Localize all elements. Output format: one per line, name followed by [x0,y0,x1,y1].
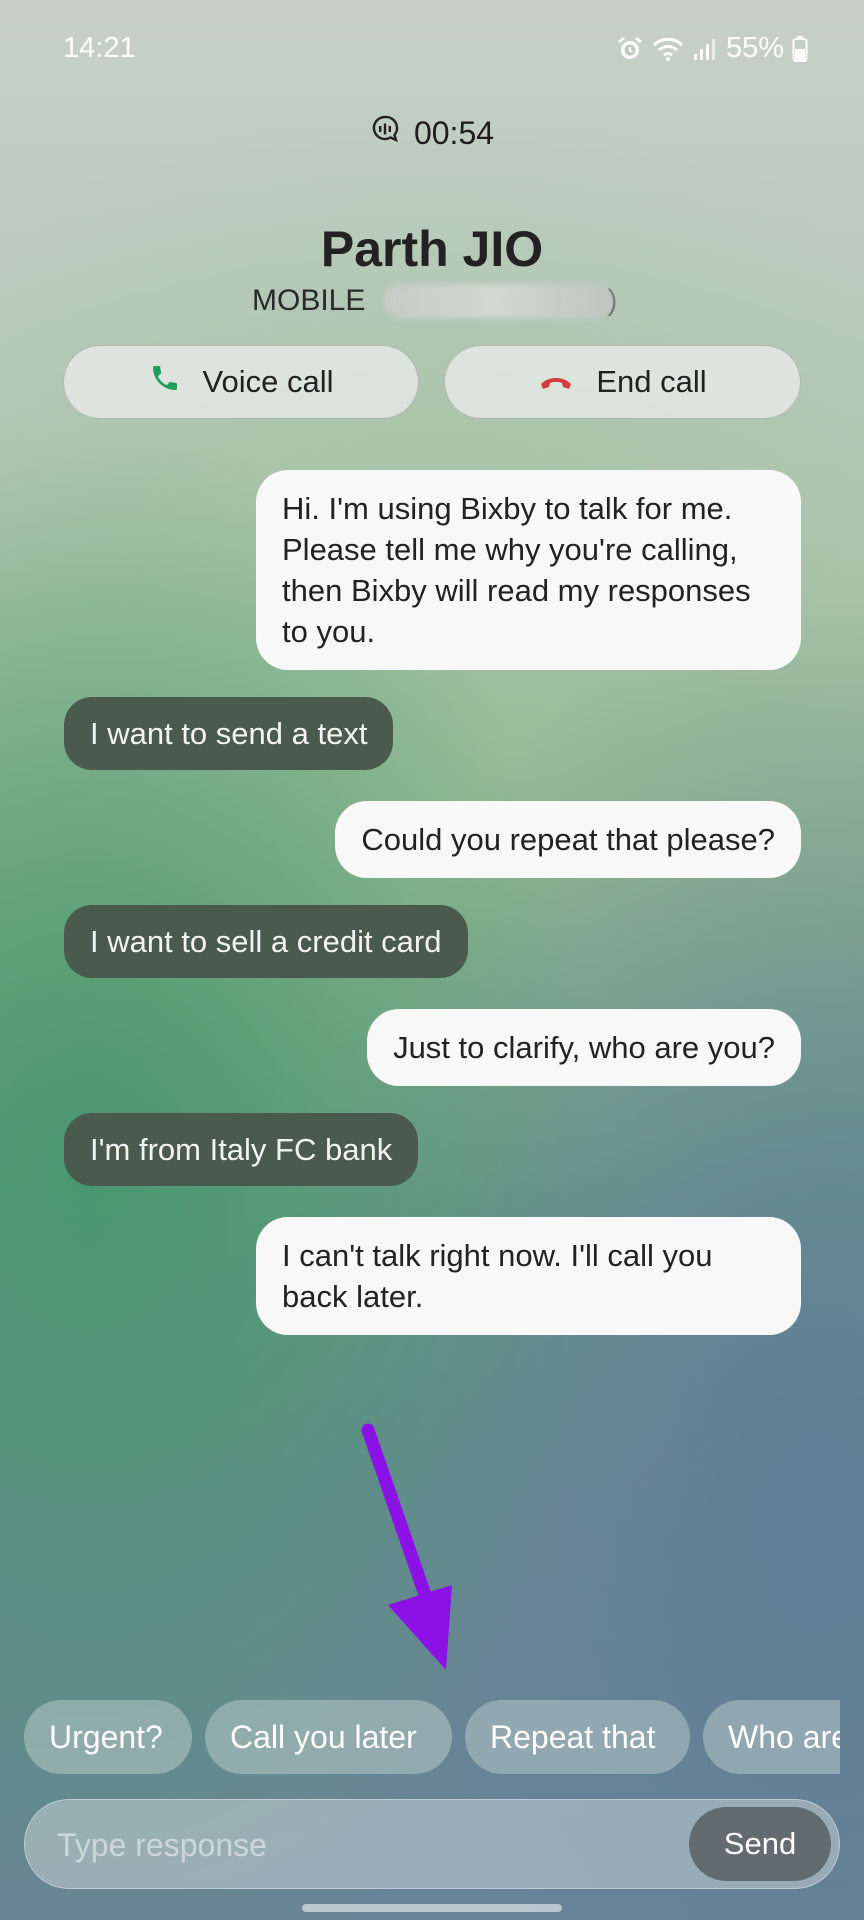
quick-reply-chip[interactable]: Urgent? [24,1700,192,1774]
contact-name: Parth JIO [320,221,544,277]
signal-icon [692,37,718,61]
message-bixby: Could you repeat that please? [335,801,801,878]
response-input[interactable] [55,1818,659,1872]
call-timer: 00:54 [0,114,864,152]
end-call-label: End call [596,364,707,399]
annotation-arrow-icon [361,1423,452,1670]
message-bixby: Just to clarify, who are you? [367,1009,801,1086]
end-call-button[interactable]: End call [444,345,801,419]
wifi-icon [652,36,684,62]
phone-icon [149,362,181,402]
end-call-icon [538,364,574,400]
message-caller: I want to sell a credit card [64,905,468,978]
status-bar: 14:21 55% [0,30,864,70]
message-caller: I want to send a text [64,697,394,770]
contact-number: MOBILE ) [252,284,617,318]
home-indicator[interactable] [302,1904,562,1912]
bixby-call-icon [370,114,400,152]
quick-reply-chip[interactable]: Repeat that [465,1700,690,1774]
message-bixby: Hi. I'm using Bixby to talk for me. Plea… [256,470,801,670]
redacted-number [383,284,614,318]
quick-replies: Urgent? Call you later Repeat that Who a… [24,1700,840,1774]
message-bixby: I can't talk right now. I'll call you ba… [256,1217,801,1335]
status-time: 14:21 [63,32,136,64]
quick-reply-chip[interactable]: Call you later [205,1700,452,1774]
message-caller: I'm from Italy FC bank [64,1113,419,1186]
status-icons: 55% [616,32,808,65]
quick-reply-chip[interactable]: Who are [703,1700,840,1774]
alarm-icon [616,35,644,63]
call-duration: 00:54 [413,114,495,151]
response-composer: Send [24,1799,840,1889]
send-button[interactable]: Send [689,1807,831,1881]
battery-icon [792,35,808,63]
battery-percent: 55% [725,32,784,64]
number-label: MOBILE [252,284,366,317]
voice-call-label: Voice call [202,364,334,399]
voice-call-button[interactable]: Voice call [63,345,419,419]
